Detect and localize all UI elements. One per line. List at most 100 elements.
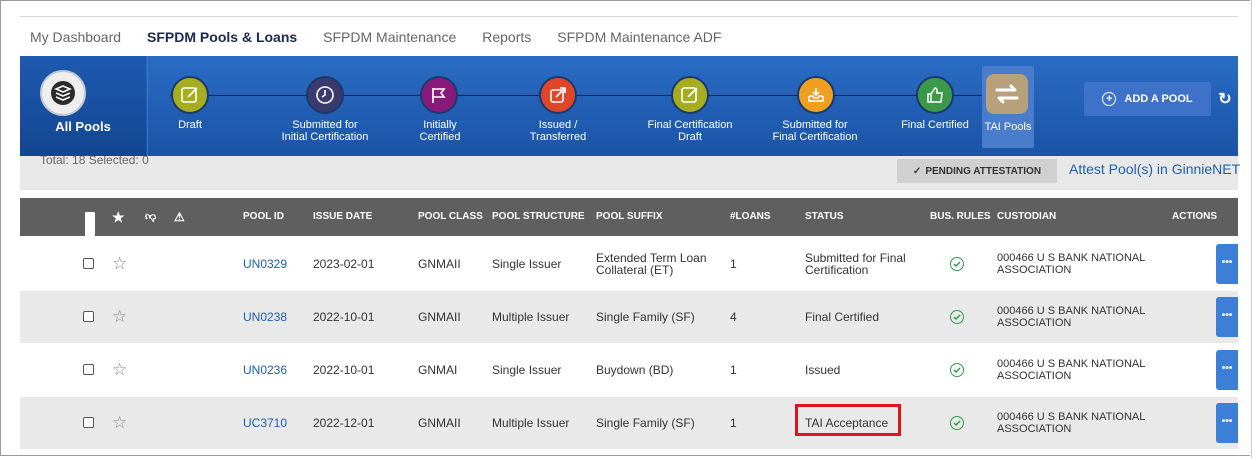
warning-header-icon: ⚠ — [174, 210, 185, 224]
pool-id-link[interactable]: UN0329 — [243, 257, 287, 271]
custodian: 000466 U S BANK NATIONAL ASSOCIATION — [997, 305, 1146, 329]
loan-count: 1 — [730, 416, 737, 430]
pool-class: GNMAII — [418, 310, 461, 324]
tab-sfpdm-pools-loans[interactable]: SFPDM Pools & Loans — [147, 29, 297, 45]
row-checkbox[interactable] — [83, 364, 94, 375]
check-circle-icon — [950, 363, 964, 377]
pool-id-link[interactable]: UN0236 — [243, 363, 287, 377]
step-initially-certified-label: Initially Certified — [419, 119, 461, 143]
table-row[interactable]: ☆ UN0238 2022-10-01 GNMAII Multiple Issu… — [20, 291, 1238, 343]
issue-date: 2023-02-01 — [313, 257, 375, 271]
tai-pools-label: TAI Pools — [984, 121, 1032, 133]
pool-class: GNMAII — [418, 416, 461, 430]
step-submitted-final[interactable]: Submitted for Final Certification — [755, 56, 875, 156]
attest-pools-link[interactable]: Attest Pool(s) in GinnieNET — [1069, 161, 1240, 177]
col-pool-class[interactable]: POOL CLASS — [418, 198, 483, 236]
swap-arrows-icon — [986, 74, 1028, 114]
step-draft[interactable]: Draft — [150, 56, 230, 156]
main-tabs: My Dashboard SFPDM Pools & Loans SFPDM M… — [20, 16, 1238, 56]
plus-circle-icon: + — [1102, 92, 1117, 106]
pool-class: GNMAII — [418, 257, 461, 271]
check-icon: ✓ — [912, 165, 922, 177]
clock-icon — [306, 76, 344, 114]
tab-sfpdm-maintenance[interactable]: SFPDM Maintenance — [323, 29, 456, 45]
status: Submitted for Final Certification — [805, 251, 906, 277]
selection-bar: Total: 18 Selected: 0 ✓ PENDING ATTESTAT… — [20, 156, 1240, 190]
row-actions-button[interactable]: ••• — [1216, 403, 1238, 443]
tab-sfpdm-maintenance-adf[interactable]: SFPDM Maintenance ADF — [557, 29, 721, 45]
step-submitted-final-label: Submitted for Final Certification — [772, 119, 858, 143]
tab-reports[interactable]: Reports — [482, 29, 531, 45]
star-icon[interactable]: ☆ — [112, 361, 127, 378]
step-initially-certified[interactable]: Initially Certified — [400, 56, 480, 156]
pool-id-link[interactable]: UC3710 — [243, 416, 287, 430]
tai-pools-step[interactable]: TAI Pools — [982, 66, 1034, 148]
star-icon[interactable]: ☆ — [112, 414, 127, 431]
row-actions-button[interactable]: ••• — [1216, 297, 1238, 337]
loan-count: 1 — [730, 363, 737, 377]
thumbs-down-header-icon: 👎︎ — [145, 211, 157, 223]
pool-suffix: Extended Term Loan Collateral (ET) — [596, 251, 707, 277]
col-pool-structure[interactable]: POOL STRUCTURE — [492, 198, 585, 236]
loan-count: 4 — [730, 310, 737, 324]
step-final-certified[interactable]: Final Certified — [890, 56, 980, 156]
pool-suffix: Buydown (BD) — [596, 363, 674, 377]
pool-structure: Single Issuer — [492, 257, 562, 271]
pool-id-link[interactable]: UN0238 — [243, 310, 287, 324]
star-header-icon[interactable]: ★ — [112, 198, 125, 236]
check-circle-icon — [950, 310, 964, 324]
check-circle-icon — [950, 257, 964, 271]
col-actions: ACTIONS — [1172, 211, 1217, 222]
pending-attestation-label: PENDING ATTESTATION — [925, 165, 1042, 177]
row-checkbox[interactable] — [83, 417, 94, 428]
step-issued-transferred-label: Issued / Transferred — [529, 119, 587, 143]
status-highlight-box — [795, 404, 901, 436]
add-pool-button[interactable]: + ADD A POOL — [1084, 82, 1211, 116]
thumbs-up-icon — [916, 76, 954, 114]
workflow-separator — [147, 56, 148, 156]
star-icon[interactable]: ☆ — [112, 255, 127, 272]
table-row[interactable]: ☆ UN0329 2023-02-01 GNMAII Single Issuer… — [20, 238, 1238, 290]
pool-structure: Multiple Issuer — [492, 310, 570, 324]
custodian: 000466 U S BANK NATIONAL ASSOCIATION — [997, 252, 1146, 276]
col-bus-rules[interactable]: BUS. RULES — [930, 198, 991, 236]
row-actions-button[interactable]: ••• — [1216, 244, 1238, 284]
col-custodian[interactable]: CUSTODIAN — [997, 198, 1056, 236]
status: Final Certified — [805, 310, 880, 324]
col-status[interactable]: STATUS — [805, 198, 844, 236]
workflow-bar: All Pools Draft Submitted for Initial Cer… — [20, 56, 1238, 156]
all-pools-step[interactable]: All Pools — [20, 56, 146, 156]
custodian: 000466 U S BANK NATIONAL ASSOCIATION — [997, 358, 1146, 382]
table-row[interactable]: ☆ UN0236 2022-10-01 GNMAI Single Issuer … — [20, 344, 1238, 396]
share-icon — [539, 76, 577, 114]
step-final-certified-label: Final Certified — [901, 119, 969, 131]
issue-date: 2022-10-01 — [313, 363, 375, 377]
col-issue-date[interactable]: ISSUE DATE — [313, 198, 372, 236]
row-checkbox[interactable] — [83, 258, 94, 269]
row-actions-button[interactable]: ••• — [1216, 350, 1238, 390]
step-issued-transferred[interactable]: Issued / Transferred — [513, 56, 603, 156]
step-final-certification-draft-label: Final Certification Draft — [647, 119, 733, 143]
add-pool-label: ADD A POOL — [1124, 93, 1193, 105]
row-checkbox[interactable] — [83, 311, 94, 322]
star-icon[interactable]: ☆ — [112, 308, 127, 325]
pool-suffix: Single Family (SF) — [596, 416, 695, 430]
check-circle-icon — [950, 416, 964, 430]
pencil-icon — [171, 76, 209, 114]
tab-my-dashboard[interactable]: My Dashboard — [30, 29, 121, 45]
table-row[interactable]: ☆ UC3710 2022-12-01 GNMAII Multiple Issu… — [20, 397, 1238, 449]
refresh-icon[interactable]: ↻ — [1212, 82, 1238, 116]
step-submitted-initial[interactable]: Submitted for Initial Certification — [265, 56, 385, 156]
table-header: ★ 👎︎ ⚠ POOL ID ISSUE DATE POOL CLASS POO… — [20, 198, 1238, 250]
stack-icon — [38, 70, 86, 118]
inbox-icon — [797, 76, 835, 114]
col-loans[interactable]: #LOANS — [730, 198, 771, 236]
status: Issued — [805, 363, 841, 377]
col-pool-suffix[interactable]: POOL SUFFIX — [596, 198, 663, 236]
pool-structure: Single Issuer — [492, 363, 562, 377]
step-final-certification-draft[interactable]: Final Certification Draft — [635, 56, 745, 156]
col-pool-id[interactable]: POOL ID — [243, 198, 284, 236]
pool-suffix: Single Family (SF) — [596, 310, 695, 324]
issue-date: 2022-12-01 — [313, 416, 375, 430]
pending-attestation-button[interactable]: ✓ PENDING ATTESTATION — [897, 159, 1057, 183]
